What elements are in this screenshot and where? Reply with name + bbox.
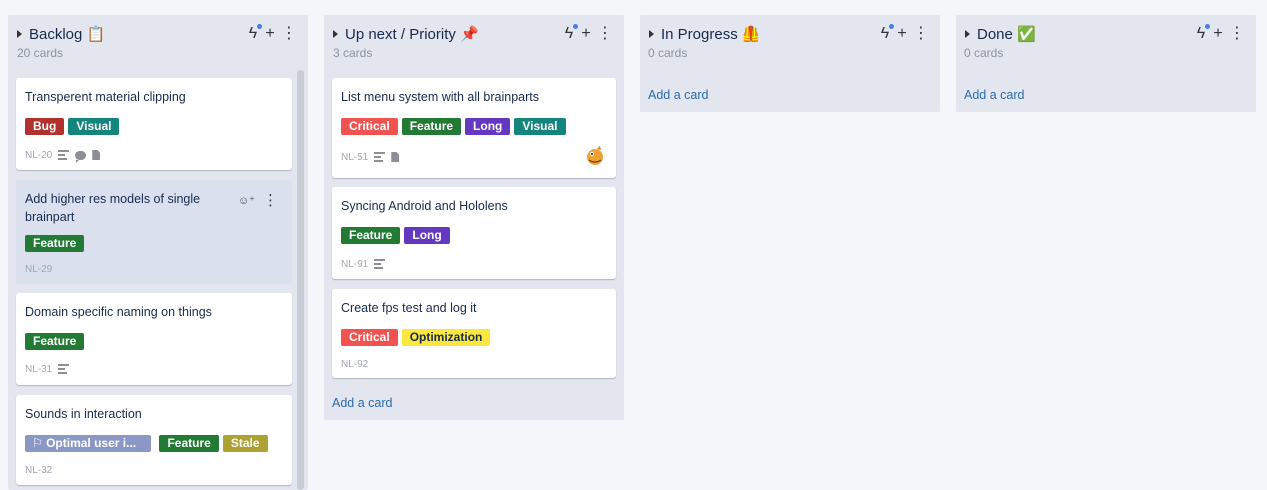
list-header: Done ✅ 0 cards ϟ + ⋮	[956, 15, 1256, 75]
card[interactable]: Create fps test and log it Critical Optim…	[332, 289, 616, 378]
list-header: Backlog 📋 20 cards ϟ + ⋮	[8, 15, 308, 75]
card[interactable]: Sounds in interaction ⚐ Optimal user i..…	[16, 395, 292, 485]
label-critical: Critical	[341, 118, 398, 135]
description-icon	[374, 152, 386, 162]
collapse-caret-icon[interactable]	[17, 30, 22, 38]
list-title[interactable]: Up next / Priority 📌	[345, 25, 479, 43]
comment-icon	[75, 150, 87, 163]
list-done: Done ✅ 0 cards ϟ + ⋮ Add a card	[956, 15, 1256, 112]
card-title: Domain specific naming on things	[25, 305, 212, 319]
card[interactable]: Domain specific naming on things Feature…	[16, 293, 292, 385]
collapse-caret-icon[interactable]	[333, 30, 338, 38]
card-title: Create fps test and log it	[341, 301, 477, 315]
kebab-menu-icon[interactable]: ⋮	[913, 24, 929, 44]
add-card-link[interactable]: Add a card	[964, 88, 1024, 102]
card-title: Sounds in interaction	[25, 407, 142, 421]
label-bug: Bug	[25, 118, 65, 135]
description-icon	[374, 259, 386, 269]
label-feature: Feature	[25, 235, 85, 252]
card-id: NL-32	[25, 464, 53, 476]
card-title: List menu system with all brainparts	[341, 90, 539, 104]
label-feature: Feature	[25, 333, 85, 350]
bolt-icon[interactable]: ϟ	[877, 24, 894, 44]
card-id: NL-20	[25, 149, 53, 161]
description-icon	[58, 150, 70, 160]
kebab-menu-icon[interactable]: ⋮	[1229, 24, 1245, 44]
label-optimization: Optimization	[401, 329, 491, 346]
label-long: Long	[465, 118, 511, 135]
list-in-progress: In Progress 🦺 0 cards ϟ + ⋮ Add a card	[640, 15, 940, 112]
card-id: NL-51	[341, 151, 369, 163]
list-header: In Progress 🦺 0 cards ϟ + ⋮	[640, 15, 940, 75]
list-card-count: 20 cards	[17, 46, 64, 60]
scrollbar[interactable]	[297, 70, 304, 490]
card[interactable]: Add higher res models of single brainpar…	[16, 180, 292, 284]
card-title: Syncing Android and Hololens	[341, 199, 508, 213]
add-card-link[interactable]: Add a card	[648, 88, 708, 102]
attachment-icon	[92, 150, 101, 160]
attachment-icon	[391, 152, 400, 162]
label-long: Long	[404, 227, 450, 244]
card[interactable]: Syncing Android and Hololens Feature Long…	[332, 187, 616, 279]
collapse-caret-icon[interactable]	[965, 30, 970, 38]
label-feature: Feature	[401, 118, 462, 135]
label-optimal-user: ⚐ Optimal user i...	[25, 435, 151, 452]
bolt-icon[interactable]: ϟ	[245, 24, 262, 44]
label-visual: Visual	[68, 118, 120, 135]
avatar[interactable]	[584, 145, 606, 167]
bolt-icon[interactable]: ϟ	[561, 24, 578, 44]
card[interactable]: Transperent material clipping Bug Visual …	[16, 78, 292, 170]
card-id: NL-91	[341, 258, 369, 270]
kebab-menu-icon[interactable]: ⋮	[281, 24, 297, 44]
list-title[interactable]: Backlog 📋	[29, 25, 105, 43]
card-title: Add higher res models of single brainpar…	[25, 192, 201, 224]
plus-icon[interactable]: +	[262, 24, 278, 44]
list-card-count: 0 cards	[964, 46, 1004, 60]
list-header: Up next / Priority 📌 3 cards ϟ + ⋮	[324, 15, 624, 75]
plus-icon[interactable]: +	[1210, 24, 1226, 44]
card-title: Transperent material clipping	[25, 90, 186, 104]
add-member-icon[interactable]: ☺⁺	[238, 194, 255, 207]
add-card-link[interactable]: Add a card	[332, 396, 392, 410]
list-backlog: Backlog 📋 20 cards ϟ + ⋮ Transperent mat…	[8, 15, 308, 490]
label-feature: Feature	[159, 435, 219, 452]
label-stale: Stale	[222, 435, 268, 452]
card-id: NL-92	[341, 358, 369, 370]
list-up-next: Up next / Priority 📌 3 cards ϟ + ⋮ List …	[324, 15, 624, 420]
label-critical: Critical	[341, 329, 398, 346]
list-title[interactable]: Done ✅	[977, 25, 1036, 43]
card-id: NL-29	[25, 263, 53, 275]
collapse-caret-icon[interactable]	[649, 30, 654, 38]
list-title[interactable]: In Progress 🦺	[661, 25, 761, 43]
bolt-icon[interactable]: ϟ	[1193, 24, 1210, 44]
label-feature: Feature	[341, 227, 401, 244]
card[interactable]: List menu system with all brainparts Cri…	[332, 78, 616, 178]
card-id: NL-31	[25, 363, 53, 375]
plus-icon[interactable]: +	[894, 24, 910, 44]
description-icon	[58, 364, 70, 374]
label-visual: Visual	[514, 118, 566, 135]
plus-icon[interactable]: +	[578, 24, 594, 44]
list-card-count: 3 cards	[333, 46, 373, 60]
list-card-count: 0 cards	[648, 46, 688, 60]
kebab-menu-icon[interactable]: ⋮	[263, 191, 278, 209]
kebab-menu-icon[interactable]: ⋮	[597, 24, 613, 44]
